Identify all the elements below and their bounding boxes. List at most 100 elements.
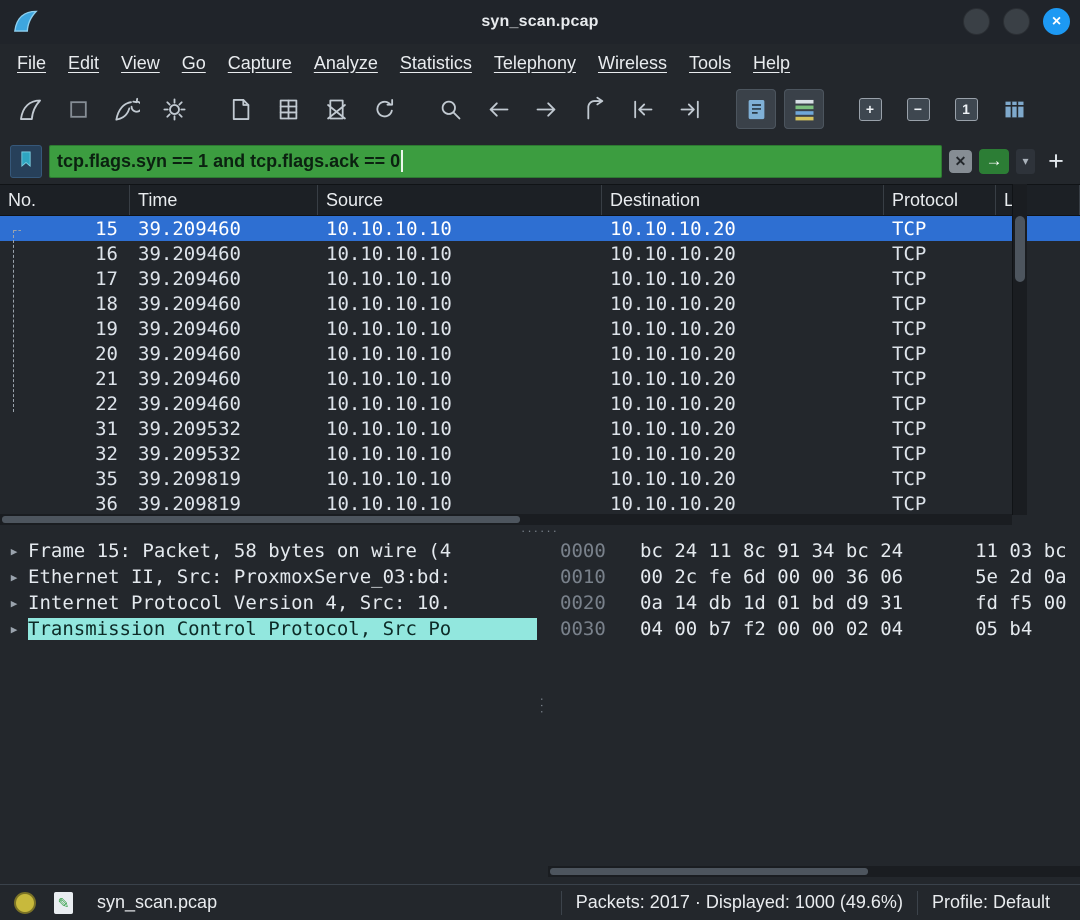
expand-arrow-icon[interactable]: ▶ bbox=[0, 597, 28, 610]
close-file-icon bbox=[323, 96, 350, 123]
expert-info-icon[interactable] bbox=[14, 892, 36, 914]
menu-item-edit[interactable]: Edit bbox=[57, 50, 110, 77]
zoom-in-button[interactable]: + bbox=[850, 89, 890, 129]
hex-row[interactable]: 0000bc 24 11 8c 91 34 bc 2411 03 bc bbox=[548, 538, 1080, 564]
filter-clear-button[interactable]: ✕ bbox=[949, 150, 972, 173]
hex-bytes: 11 03 bc bbox=[975, 540, 1067, 562]
column-header-destination[interactable]: Destination bbox=[602, 185, 884, 215]
cell-time: 39.209532 bbox=[130, 443, 318, 465]
detail-line[interactable]: ▶Ethernet II, Src: ProxmoxServe_03:bd: bbox=[0, 564, 537, 590]
menu-item-help[interactable]: Help bbox=[742, 50, 801, 77]
colorize-button[interactable] bbox=[784, 89, 824, 129]
menu-item-go[interactable]: Go bbox=[171, 50, 217, 77]
filter-bookmark-button[interactable] bbox=[10, 145, 42, 178]
filter-add-button[interactable]: + bbox=[1042, 148, 1070, 175]
packet-list-vertical-scrollbar[interactable] bbox=[1012, 184, 1027, 515]
resize-columns-button[interactable] bbox=[994, 89, 1034, 129]
go-back-button[interactable] bbox=[478, 89, 518, 129]
scrollbar-thumb[interactable] bbox=[1015, 216, 1025, 282]
packet-row[interactable]: 1639.20946010.10.10.1010.10.10.20TCP bbox=[0, 241, 1080, 266]
packet-row[interactable]: 3139.20953210.10.10.1010.10.10.20TCP bbox=[0, 416, 1080, 441]
menu-item-telephony[interactable]: Telephony bbox=[483, 50, 587, 77]
maximize-button[interactable] bbox=[1003, 8, 1030, 35]
capture-options-button[interactable] bbox=[154, 89, 194, 129]
capture-file-edit-icon[interactable]: ✎ bbox=[54, 892, 73, 914]
display-filter-input[interactable]: tcp.flags.syn == 1 and tcp.flags.ack == … bbox=[49, 145, 942, 178]
pane-splitter-vertical[interactable]: ··· bbox=[537, 536, 548, 877]
cell-protocol: TCP bbox=[884, 468, 996, 490]
reload-file-button[interactable] bbox=[364, 89, 404, 129]
restart-capture-button[interactable] bbox=[106, 89, 146, 129]
go-forward-button[interactable] bbox=[526, 89, 566, 129]
stop-capture-icon bbox=[65, 96, 92, 123]
close-file-button[interactable] bbox=[316, 89, 356, 129]
scrollbar-thumb[interactable] bbox=[550, 868, 868, 875]
cell-destination: 10.10.10.20 bbox=[602, 418, 884, 440]
packet-list-horizontal-scrollbar[interactable] bbox=[0, 514, 1012, 525]
packet-row[interactable]: 3239.20953210.10.10.1010.10.10.20TCP bbox=[0, 441, 1080, 466]
packet-row[interactable]: 2139.20946010.10.10.1010.10.10.20TCP bbox=[0, 366, 1080, 391]
column-header-protocol[interactable]: Protocol bbox=[884, 185, 996, 215]
packet-row[interactable]: 3639.20981910.10.10.1010.10.10.20TCP bbox=[0, 491, 1080, 515]
plus-icon: + bbox=[1048, 146, 1064, 176]
expand-arrow-icon[interactable]: ▶ bbox=[0, 545, 28, 558]
hex-row[interactable]: 001000 2c fe 6d 00 00 36 065e 2d 0a bbox=[548, 564, 1080, 590]
filter-dropdown-button[interactable]: ▾ bbox=[1016, 149, 1035, 174]
column-header-source[interactable]: Source bbox=[318, 185, 602, 215]
menu-item-tools[interactable]: Tools bbox=[678, 50, 742, 77]
hex-row[interactable]: 00200a 14 db 1d 01 bd d9 31fd f5 00 bbox=[548, 590, 1080, 616]
detail-line[interactable]: ▶Frame 15: Packet, 58 bytes on wire (4 bbox=[0, 538, 537, 564]
cell-time: 39.209460 bbox=[130, 293, 318, 315]
zoom-out-button[interactable]: − bbox=[898, 89, 938, 129]
minimize-button[interactable] bbox=[963, 8, 990, 35]
packet-row[interactable]: 2239.20946010.10.10.1010.10.10.20TCP bbox=[0, 391, 1080, 416]
packet-row[interactable]: 2039.20946010.10.10.1010.10.10.20TCP bbox=[0, 341, 1080, 366]
hex-offset: 0010 bbox=[560, 566, 616, 588]
hex-pane-horizontal-scrollbar[interactable] bbox=[548, 866, 1080, 877]
cell-source: 10.10.10.10 bbox=[318, 443, 602, 465]
titlebar: syn_scan.pcap × bbox=[0, 0, 1080, 44]
menu-item-statistics[interactable]: Statistics bbox=[389, 50, 483, 77]
filter-apply-button[interactable]: → bbox=[979, 149, 1009, 174]
menu-item-view[interactable]: View bbox=[110, 50, 171, 77]
column-header-no[interactable]: No. bbox=[0, 185, 130, 215]
column-header-le[interactable]: Le bbox=[996, 185, 1080, 215]
packet-row[interactable]: 1939.20946010.10.10.1010.10.10.20TCP bbox=[0, 316, 1080, 341]
menu-item-wireless[interactable]: Wireless bbox=[587, 50, 678, 77]
packet-row[interactable]: 1539.20946010.10.10.1010.10.10.20TCP bbox=[0, 216, 1080, 241]
zoom-normal-button[interactable]: 1 bbox=[946, 89, 986, 129]
go-first-packet-button[interactable] bbox=[622, 89, 662, 129]
menu-item-analyze[interactable]: Analyze bbox=[303, 50, 389, 77]
colorize-icon bbox=[791, 96, 818, 123]
hex-bytes: bc 24 11 8c 91 34 bc 24 bbox=[640, 540, 903, 562]
detail-line[interactable]: ▶Internet Protocol Version 4, Src: 10. bbox=[0, 590, 537, 616]
cell-time: 39.209819 bbox=[130, 493, 318, 515]
statusbar-profile[interactable]: Profile: Default bbox=[932, 892, 1050, 913]
cell-source: 10.10.10.10 bbox=[318, 393, 602, 415]
pane-splitter-horizontal[interactable]: ······ bbox=[0, 525, 1080, 536]
go-forward-icon bbox=[533, 96, 560, 123]
stop-capture-button[interactable] bbox=[58, 89, 98, 129]
find-packet-button[interactable] bbox=[430, 89, 470, 129]
expand-arrow-icon[interactable]: ▶ bbox=[0, 571, 28, 584]
packet-row[interactable]: 1739.20946010.10.10.1010.10.10.20TCP bbox=[0, 266, 1080, 291]
find-packet-icon bbox=[437, 96, 464, 123]
save-file-icon bbox=[275, 96, 302, 123]
open-file-button[interactable] bbox=[220, 89, 260, 129]
expand-arrow-icon[interactable]: ▶ bbox=[0, 623, 28, 636]
start-capture-button[interactable] bbox=[10, 89, 50, 129]
detail-line[interactable]: ▶Transmission Control Protocol, Src Po bbox=[0, 616, 537, 642]
scrollbar-thumb[interactable] bbox=[2, 516, 520, 523]
auto-scroll-button[interactable] bbox=[736, 89, 776, 129]
column-header-time[interactable]: Time bbox=[130, 185, 318, 215]
go-to-packet-button[interactable] bbox=[574, 89, 614, 129]
packet-row[interactable]: 3539.20981910.10.10.1010.10.10.20TCP bbox=[0, 466, 1080, 491]
menu-item-capture[interactable]: Capture bbox=[217, 50, 303, 77]
packet-row[interactable]: 1839.20946010.10.10.1010.10.10.20TCP bbox=[0, 291, 1080, 316]
close-button[interactable]: × bbox=[1043, 8, 1070, 35]
detail-text: Transmission Control Protocol, Src Po bbox=[28, 618, 537, 640]
go-last-packet-button[interactable] bbox=[670, 89, 710, 129]
menu-item-file[interactable]: File bbox=[6, 50, 57, 77]
save-file-button[interactable] bbox=[268, 89, 308, 129]
hex-row[interactable]: 003004 00 b7 f2 00 00 02 0405 b4 bbox=[548, 616, 1080, 642]
